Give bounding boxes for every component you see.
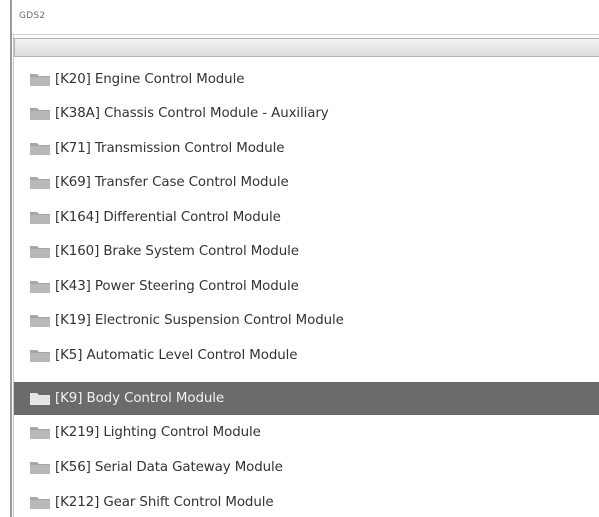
module-label: [K5] Automatic Level Control Module <box>55 348 298 363</box>
module-row[interactable]: [K38A] Chassis Control Module - Auxiliar… <box>14 98 599 129</box>
module-row[interactable]: [K20] Engine Control Module <box>14 64 599 95</box>
folder-icon <box>29 72 51 87</box>
folder-icon <box>29 175 51 190</box>
module-row[interactable]: [K56] Serial Data Gateway Module <box>14 452 599 483</box>
folder-icon <box>29 106 51 121</box>
module-label: [K38A] Chassis Control Module - Auxiliar… <box>55 106 329 121</box>
module-label: [K9] Body Control Module <box>55 391 225 406</box>
module-label: [K164] Differential Control Module <box>55 210 281 225</box>
module-label: [K212] Gear Shift Control Module <box>55 495 274 510</box>
list-header-bar[interactable] <box>14 38 599 57</box>
folder-icon <box>29 348 51 363</box>
module-row[interactable]: [K19] Electronic Suspension Control Modu… <box>14 305 599 336</box>
window-left-edge <box>10 0 12 517</box>
title-bar: GDS2 <box>12 0 599 35</box>
module-label: [K20] Engine Control Module <box>55 72 245 87</box>
folder-icon <box>29 495 51 510</box>
module-row[interactable]: [K9] Body Control Module <box>14 382 599 415</box>
module-row[interactable]: [K69] Transfer Case Control Module <box>14 167 599 198</box>
folder-icon <box>29 210 51 225</box>
module-row[interactable]: [K43] Power Steering Control Module <box>14 271 599 302</box>
module-row[interactable]: [K160] Brake System Control Module <box>14 236 599 267</box>
module-label: [K71] Transmission Control Module <box>55 141 285 156</box>
module-list: [K20] Engine Control Module [K38A] Chass… <box>14 64 599 517</box>
folder-icon <box>29 244 51 259</box>
module-label: [K43] Power Steering Control Module <box>55 279 299 294</box>
folder-icon <box>29 313 51 328</box>
folder-icon <box>29 279 51 294</box>
module-label: [K160] Brake System Control Module <box>55 244 299 259</box>
module-row[interactable]: [K5] Automatic Level Control Module <box>14 340 599 371</box>
module-label: [K19] Electronic Suspension Control Modu… <box>55 313 344 328</box>
folder-icon <box>29 391 51 406</box>
module-label: [K219] Lighting Control Module <box>55 425 261 440</box>
folder-icon <box>29 141 51 156</box>
module-label: [K56] Serial Data Gateway Module <box>55 460 283 475</box>
gds2-window: GDS2 [K20] Engine Control Module [K38A] … <box>0 0 599 517</box>
window-title: GDS2 <box>19 11 46 21</box>
module-row[interactable]: [K219] Lighting Control Module <box>14 417 599 448</box>
module-row[interactable]: [K212] Gear Shift Control Module <box>14 487 599 517</box>
folder-icon <box>29 460 51 475</box>
module-row[interactable]: [K71] Transmission Control Module <box>14 133 599 164</box>
module-row[interactable]: [K164] Differential Control Module <box>14 202 599 233</box>
module-label: [K69] Transfer Case Control Module <box>55 175 289 190</box>
folder-icon <box>29 425 51 440</box>
